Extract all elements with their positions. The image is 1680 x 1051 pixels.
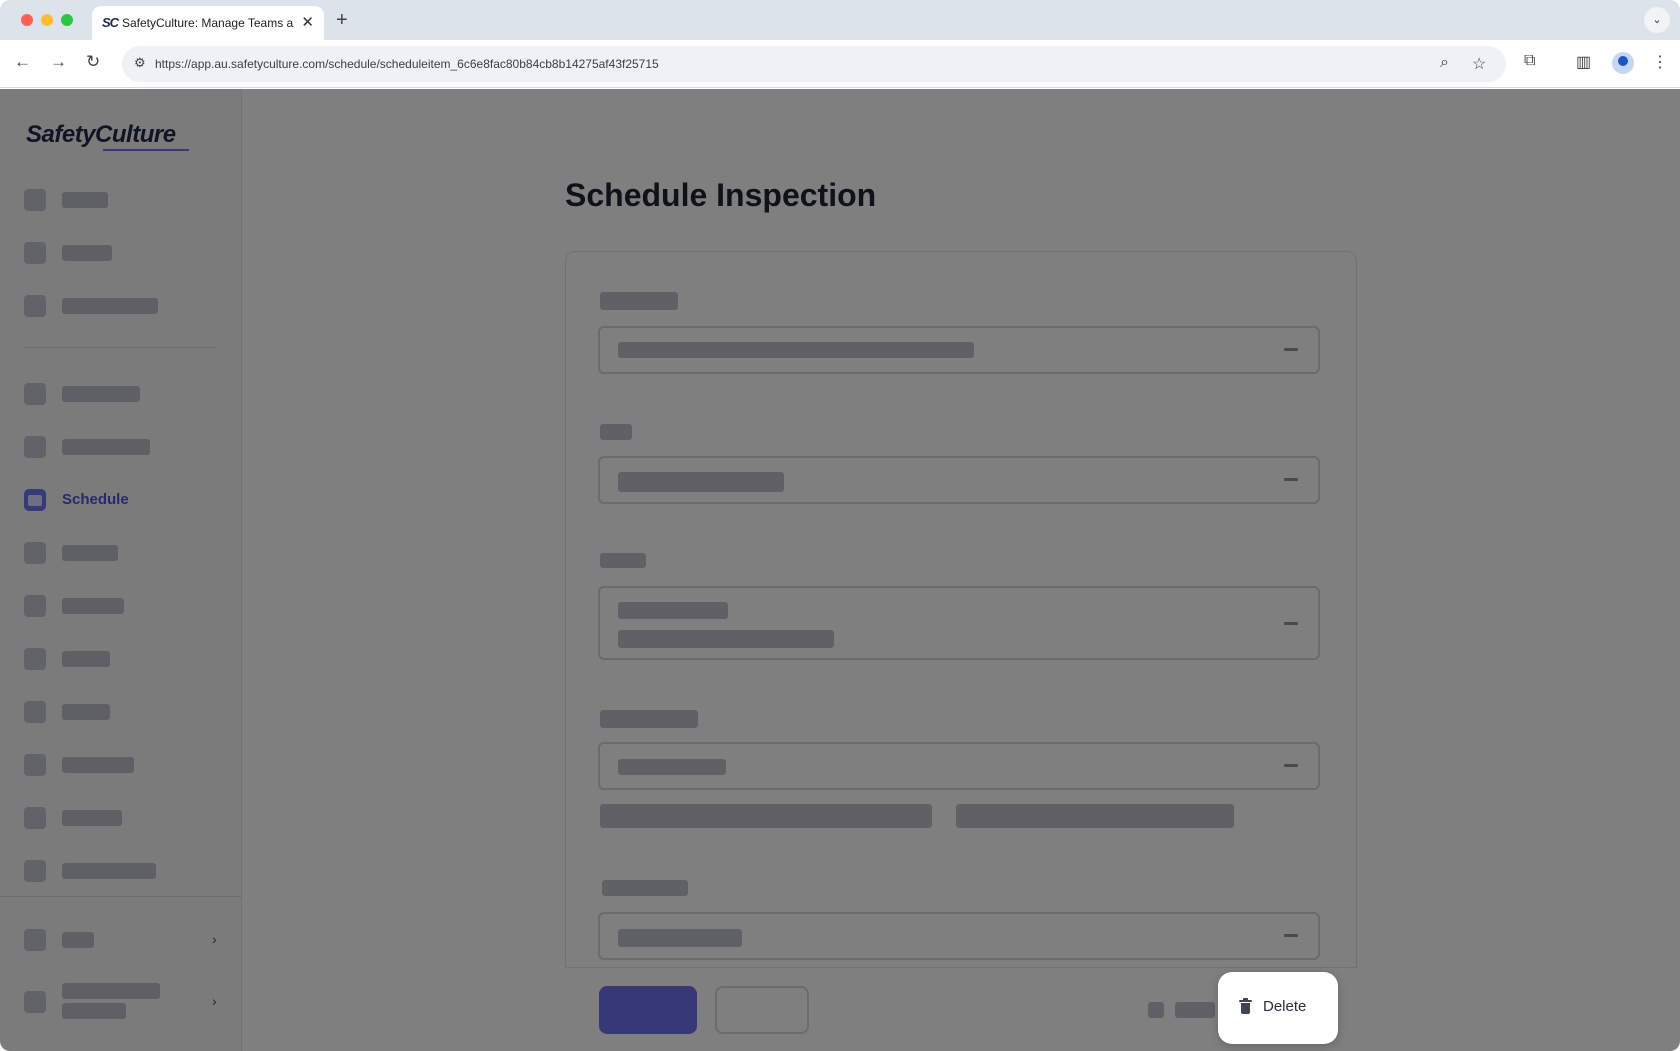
zoom-icon[interactable]: ⌕	[1440, 54, 1449, 72]
url-text[interactable]: https://app.au.safetyculture.com/schedul…	[155, 57, 659, 71]
side-panel-icon[interactable]: ▥	[1576, 52, 1591, 72]
address-bar[interactable]: ⚙ https://app.au.safetyculture.com/sched…	[122, 46, 1506, 82]
reload-icon[interactable]: ↻	[86, 52, 100, 72]
site-settings-icon[interactable]: ⚙	[134, 55, 146, 71]
maximize-window-button[interactable]	[61, 14, 73, 26]
profile-avatar-icon[interactable]	[1612, 52, 1634, 74]
new-tab-icon[interactable]: +	[336, 9, 348, 32]
delete-button[interactable]: Delete	[1218, 972, 1338, 1044]
minimize-window-button[interactable]	[41, 14, 53, 26]
browser-window: SC SafetyCulture: Manage Teams and... ✕ …	[0, 0, 1680, 1051]
forward-arrow-icon[interactable]: →	[50, 52, 67, 72]
trash-icon	[1239, 998, 1252, 1014]
bookmark-star-icon[interactable]: ☆	[1472, 54, 1486, 74]
app-area: SafetyCulture	[0, 89, 1680, 1051]
tab-search-chevron-icon[interactable]: ⌄	[1644, 7, 1670, 33]
extensions-puzzle-icon[interactable]: ⧉	[1524, 52, 1535, 70]
tab-strip: SC SafetyCulture: Manage Teams and... ✕ …	[0, 0, 1680, 40]
dim-overlay	[0, 89, 1680, 1051]
browser-menu-icon[interactable]: ⋮	[1652, 52, 1668, 72]
close-window-button[interactable]	[21, 14, 33, 26]
delete-button-label: Delete	[1263, 998, 1307, 1015]
browser-toolbar: ← → ↻ ⚙ https://app.au.safetyculture.com…	[0, 40, 1680, 88]
tab-title: SafetyCulture: Manage Teams and...	[122, 16, 294, 30]
safetyculture-favicon-icon: SC	[102, 15, 119, 30]
tab-close-icon[interactable]: ✕	[301, 13, 314, 31]
active-tab[interactable]: SC SafetyCulture: Manage Teams and... ✕	[92, 6, 324, 40]
back-arrow-icon[interactable]: ←	[14, 52, 31, 72]
